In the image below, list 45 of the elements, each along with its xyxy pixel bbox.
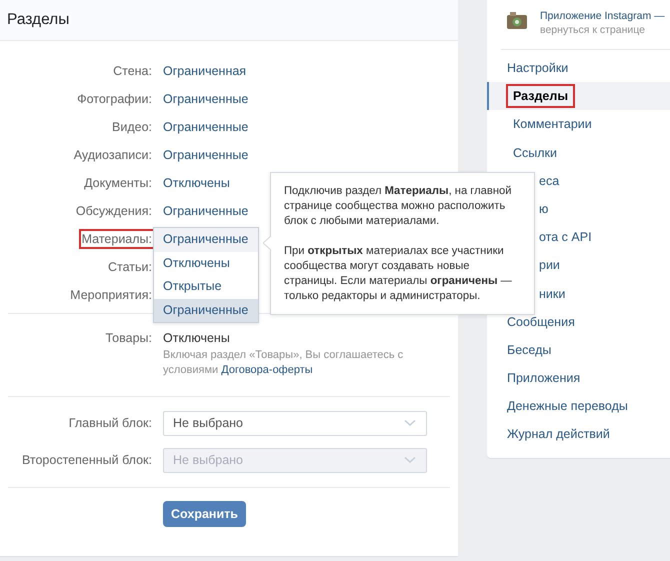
setting-label: Видео: bbox=[112, 120, 152, 134]
tooltip-text: При открытых материалах все участники сообщества могут создавать новые страницы. Если материалы ограничены — только редакторы и администраторы. bbox=[284, 244, 513, 304]
sidebar-item[interactable]: Сообщения bbox=[487, 308, 670, 336]
block-label: Второстепенный блок: bbox=[22, 453, 152, 467]
dropdown-option[interactable]: Отключены bbox=[154, 252, 258, 275]
setting-label: Документы: bbox=[84, 176, 152, 190]
dropdown-option[interactable]: Открытые bbox=[154, 275, 258, 298]
sidebar-item-label: Разделы bbox=[509, 87, 572, 106]
sidebar-item[interactable]: Денежные переводы bbox=[487, 392, 670, 420]
setting-value[interactable]: Ограниченные bbox=[163, 92, 248, 106]
app-subtitle: вернуться к странице bbox=[540, 23, 646, 37]
dropdown-option[interactable]: Ограниченные bbox=[154, 228, 258, 252]
app-link[interactable]: Приложение Instagram — bbox=[540, 9, 665, 23]
page-title: Разделы bbox=[7, 11, 70, 29]
setting-label: Товары: bbox=[106, 331, 152, 345]
setting-label: Материалы: bbox=[82, 232, 152, 246]
block-select[interactable]: Не выбрано bbox=[163, 410, 427, 436]
sidebar-item[interactable]: Настройки bbox=[487, 54, 670, 82]
setting-value[interactable]: Ограниченные bbox=[163, 204, 248, 218]
app-icon bbox=[505, 9, 529, 31]
setting-label: Мероприятия: bbox=[70, 288, 152, 302]
chevron-icon bbox=[404, 419, 416, 427]
offer-link[interactable]: Договора-оферты bbox=[221, 364, 313, 376]
hint-text: Включая раздел «Товары», Вы соглашаетесь с условиями Договора-оферты bbox=[163, 348, 404, 378]
sidebar-item[interactable]: Ссылки bbox=[487, 138, 670, 167]
setting-value[interactable]: Ограниченная bbox=[163, 64, 246, 78]
setting-value[interactable]: Ограниченные bbox=[163, 148, 248, 162]
setting-value[interactable]: Отключены bbox=[163, 176, 230, 190]
setting-label: Аудиозаписи: bbox=[74, 148, 152, 162]
sidebar-item[interactable]: Беседы bbox=[487, 336, 670, 364]
chevron-icon bbox=[404, 456, 416, 464]
sidebar-item[interactable]: Комментарии bbox=[487, 110, 670, 139]
setting-label: Стена: bbox=[113, 64, 152, 78]
setting-label: Обсуждения: bbox=[76, 204, 152, 218]
save-button[interactable]: Сохранить bbox=[163, 501, 246, 527]
setting-value[interactable]: Отключены bbox=[163, 331, 423, 345]
dropdown-option[interactable]: Ограниченные bbox=[154, 298, 258, 322]
setting-value[interactable]: Ограниченные bbox=[163, 120, 248, 134]
block-label: Главный блок: bbox=[68, 416, 152, 430]
sidebar-item[interactable]: Журнал действий bbox=[487, 420, 670, 449]
sidebar-item[interactable]: Разделы bbox=[487, 82, 670, 110]
setting-label: Фотографии: bbox=[77, 92, 152, 106]
tooltip-text: Подключив раздел Материалы, на главной странице сообщества можно расположить блок с любыми материалами. bbox=[284, 184, 512, 229]
setting-label: Статьи: bbox=[108, 260, 152, 274]
sidebar-item[interactable]: Приложения bbox=[487, 364, 670, 392]
